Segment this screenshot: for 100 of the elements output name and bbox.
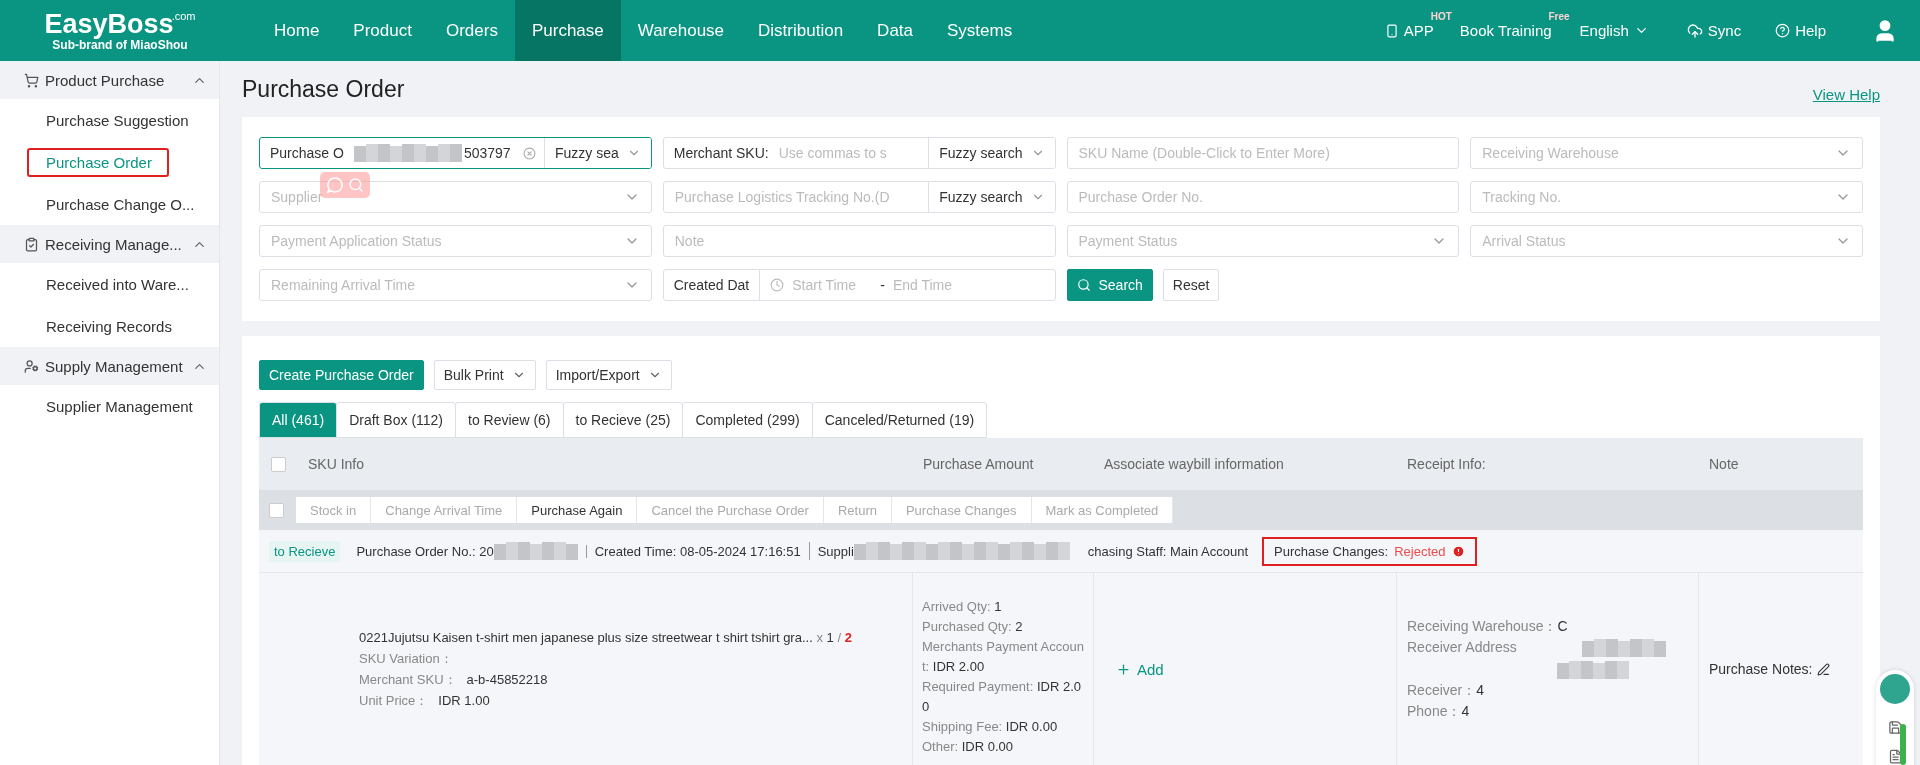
status-tab[interactable]: Canceled/Returned (19): [811, 402, 988, 438]
search-icon: [348, 177, 364, 193]
column-header: Purchase Amount: [923, 456, 1034, 472]
select-field[interactable]: Payment Application Status: [259, 225, 652, 257]
app-link[interactable]: APP: [1384, 22, 1434, 39]
search-mode-select[interactable]: Fuzzy search: [928, 182, 1055, 212]
nav-item[interactable]: Data: [860, 0, 931, 61]
nav-item[interactable]: Orders: [428, 0, 515, 61]
edit-icon[interactable]: [1816, 662, 1830, 676]
nav-item[interactable]: Systems: [930, 0, 1030, 61]
assistant-avatar[interactable]: [1878, 672, 1912, 706]
sidebar-group-icon: [24, 72, 39, 88]
column-header: Associate waybill information: [1104, 456, 1284, 472]
reset-button[interactable]: Reset: [1162, 269, 1220, 301]
sidebar-item[interactable]: Purchase Change O...: [0, 183, 219, 225]
purchase-order-search-field[interactable]: Purchase O 503797 Fuzzy sea: [259, 137, 652, 169]
status-tab[interactable]: to Recieve (25): [562, 402, 684, 438]
column-header: Receipt Info:: [1407, 456, 1486, 472]
input-field[interactable]: Note: [662, 225, 1056, 257]
search-mode-select[interactable]: Fuzzy sea: [543, 138, 651, 168]
rejected-status: Rejected: [1394, 543, 1446, 559]
nav-item[interactable]: Purchase: [514, 0, 621, 61]
help-icon: [1775, 23, 1791, 38]
sync-button[interactable]: Sync: [1686, 22, 1742, 39]
status-tag: to Recieve: [269, 540, 341, 562]
supplier-text: Suppli: [817, 544, 854, 558]
select-field[interactable]: Arrival Status: [1470, 225, 1863, 257]
sidebar-group[interactable]: Receiving Manage...: [0, 225, 219, 263]
sidebar-group-icon: [24, 236, 39, 252]
amount-text: Merchants Payment Account: IDR 2.00: [922, 638, 1085, 676]
redaction-mosaic: [1557, 661, 1629, 680]
product-name: 0221Jujutsu Kaisen t-shirt men japanese plus size streetwear t shirt tshirt gra...: [359, 630, 813, 645]
status-tab[interactable]: All (461): [259, 402, 338, 438]
select-field[interactable]: Remaining Arrival Time: [259, 269, 652, 301]
document-icon[interactable]: [1887, 749, 1903, 764]
purchase-changes-label: Purchase Changes:: [1274, 543, 1389, 559]
amount-text: Arrived Qty: 1: [922, 598, 1003, 616]
add-waybill-link[interactable]: Add: [1104, 660, 1386, 678]
phone-icon: [1384, 23, 1399, 38]
clear-icon[interactable]: [522, 146, 536, 160]
status-tab[interactable]: Draft Box (112): [336, 402, 457, 438]
save-icon[interactable]: [1887, 720, 1903, 735]
nav-item[interactable]: Product: [336, 0, 429, 61]
scrollbar-thumb[interactable]: [1900, 724, 1906, 765]
tracking-input-field[interactable]: Purchase Logistics Tracking No.(D Fuzzy search: [662, 181, 1056, 213]
dropdown-button[interactable]: Import/Export: [545, 360, 672, 390]
dropdown-button[interactable]: Bulk Print: [433, 360, 536, 390]
sidebar-item[interactable]: Received into Ware...: [0, 263, 219, 305]
purchasing-staff-text: chasing Staff: Main Account: [1087, 543, 1249, 559]
create-order-button[interactable]: Create Purchase Order: [259, 360, 424, 390]
hot-label: HOT: [1430, 11, 1452, 22]
language-select[interactable]: English: [1579, 22, 1649, 39]
bulk-action-button[interactable]: Purchase Again: [517, 497, 638, 523]
quantity-text: x 1 / 2: [816, 630, 852, 645]
sidebar-group[interactable]: Product Purchase: [0, 61, 219, 99]
receipt-text: Phone：4: [1407, 702, 1470, 721]
select-field[interactable]: Receiving Warehouse: [1470, 137, 1863, 169]
help-button[interactable]: Help: [1775, 22, 1826, 39]
input-field[interactable]: Purchase Order No.: [1066, 181, 1460, 213]
search-button[interactable]: Search: [1066, 269, 1153, 301]
input-field[interactable]: SKU Name (Double-Click to Enter More): [1066, 137, 1460, 169]
merchant-sku-field[interactable]: Merchant SKU: Use commas to s Fuzzy search: [662, 137, 1056, 169]
logo-text[interactable]: EasyBoss: [44, 9, 174, 38]
created-date-field[interactable]: Created Dat Start Time - End Time: [662, 269, 1056, 301]
logo-suffix: .com: [171, 9, 196, 22]
receipt-text: Receiving Warehouse：C: [1407, 617, 1568, 636]
alert-icon[interactable]: [1451, 544, 1465, 558]
sidebar-item[interactable]: Purchase Order: [0, 141, 219, 183]
nav-item[interactable]: Warehouse: [620, 0, 742, 61]
column-header: Note: [1709, 456, 1739, 472]
sidebar-item[interactable]: Supplier Management: [0, 385, 219, 427]
checkbox[interactable]: [271, 456, 286, 472]
logo-tagline: Sub-brand of MiaoShou: [52, 37, 188, 52]
search-mode-select[interactable]: Fuzzy search: [928, 138, 1055, 168]
status-tab[interactable]: Completed (299): [682, 402, 813, 438]
select-field[interactable]: Payment Status: [1066, 225, 1460, 257]
sidebar-group-icon: [24, 358, 39, 374]
sidebar-group[interactable]: Supply Management: [0, 347, 219, 385]
sku-detail-text: Unit Price： IDR 1.00: [359, 692, 490, 710]
plus-icon: [1116, 661, 1131, 677]
amount-text: Other: IDR 0.00: [922, 738, 1015, 756]
sku-detail-text: SKU Variation：: [359, 650, 453, 668]
view-help-link[interactable]: View Help: [1812, 85, 1880, 103]
created-time-text: Created Time: 08-05-2024 17:16:51: [594, 544, 801, 558]
status-tab[interactable]: to Review (6): [455, 402, 564, 438]
amount-text: Shipping Fee: IDR 0.00: [922, 718, 1059, 736]
checkbox[interactable]: [269, 502, 284, 518]
chat-bubble-icon: [326, 176, 344, 194]
cloud-icon: [1686, 22, 1703, 39]
amount-text: Required Payment: IDR 2.00: [922, 678, 1082, 716]
training-link[interactable]: Book Training: [1459, 22, 1552, 39]
select-field[interactable]: Supplier: [259, 181, 652, 213]
select-field[interactable]: Tracking No.: [1470, 181, 1863, 213]
order-number-text: Purchase Order No.: 20: [356, 544, 494, 558]
sidebar-item[interactable]: Receiving Records: [0, 305, 219, 347]
nav-item[interactable]: Home: [257, 0, 337, 61]
search-icon: [1076, 278, 1091, 292]
page-title: Purchase Order: [242, 75, 405, 103]
nav-item[interactable]: Distribution: [741, 0, 861, 61]
sidebar-item[interactable]: Purchase Suggestion: [0, 99, 219, 141]
